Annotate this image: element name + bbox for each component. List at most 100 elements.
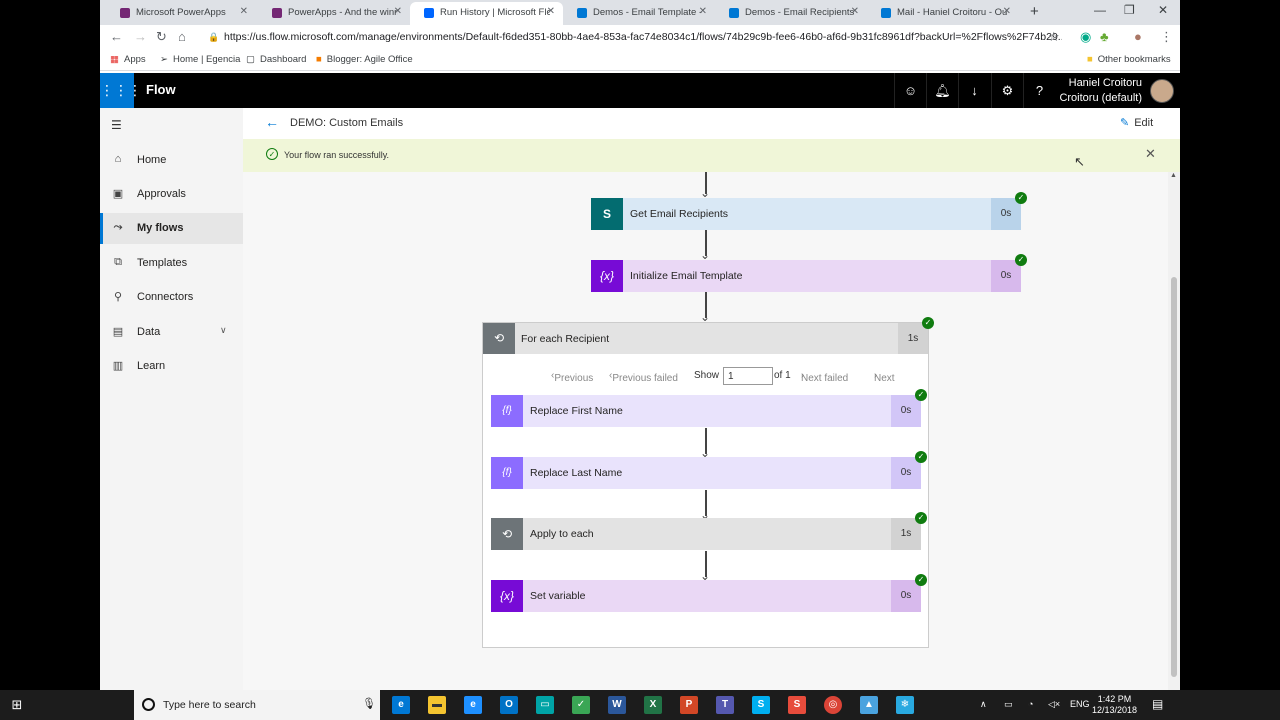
user-menu[interactable]: Haniel Croitoru Croitoru (default) [1059,76,1142,106]
nav-item-data[interactable]: ▤ Data ∨ [100,317,243,348]
apps-grid-icon: ▦ [110,54,119,65]
reload-icon[interactable]: ↻ [156,29,167,45]
browser-tab[interactable]: PowerApps - And the winne ✕ [258,2,410,25]
bookmark-apps[interactable]: ▦ Apps [110,54,146,65]
close-tab-icon[interactable]: ✕ [851,6,859,17]
edit-button[interactable]: ✎ Edit [1120,116,1153,129]
next-link[interactable]: Next › [874,370,895,384]
loop-icon: ⟲ [491,518,523,550]
minimize-icon[interactable]: — [1094,3,1106,17]
foreach-header[interactable]: ⟲ For each Recipient 1s ✓ [483,317,934,354]
connector-arrow: ⌄ [700,551,712,582]
expression-icon: {f} [491,457,523,489]
nav-item-approvals[interactable]: ▣ Approvals [100,179,243,210]
excel-icon[interactable]: X [644,696,662,714]
close-tab-icon[interactable]: ✕ [394,6,402,17]
profile-icon[interactable]: ● [1134,29,1142,44]
browser-tab-active[interactable]: Run History | Microsoft Flov ✕ [410,2,563,25]
show-hidden-icons-icon[interactable]: ∧ [980,699,987,710]
file-explorer-icon[interactable]: ▬ [428,696,446,714]
home-icon[interactable]: ⌂ [178,29,186,44]
dynamics-icon[interactable]: ▭ [536,696,554,714]
restore-icon[interactable]: ❐ [1124,3,1135,17]
back-arrow-icon[interactable]: ← [265,114,279,130]
taskbar-search-box[interactable]: Type here to search 🎙︎ [134,690,380,720]
close-window-icon[interactable]: ✕ [1158,3,1168,17]
bookmark-dashboard[interactable]: ▢ Dashboard [246,54,306,65]
microphone-icon[interactable]: 🎙︎ [362,697,376,710]
flow-step-card[interactable]: {x} Set variable 0s ✓ [491,574,927,612]
menu-icon[interactable]: ⋮ [1160,29,1173,45]
new-tab-button[interactable]: + [1030,3,1039,20]
browser-tab[interactable]: Mail - Haniel Croitoru - Out ✕ [867,2,1019,25]
wifi-icon[interactable]: ◔ [1028,699,1033,709]
chevron-down-icon[interactable]: ∨ [220,325,227,336]
iteration-number-input[interactable] [723,367,773,385]
forward-icon[interactable]: → [134,29,147,44]
star-icon[interactable]: ☆ [1048,29,1060,45]
nav-item-learn[interactable]: ▥ Learn [100,351,243,382]
browser-tab[interactable]: Microsoft PowerApps ✕ [106,2,256,25]
language-indicator[interactable]: ENG [1070,699,1090,709]
snowflake-app-icon[interactable]: ❄ [896,696,914,714]
teams-icon[interactable]: T [716,696,734,714]
flow-step-card[interactable]: {f} Replace First Name 0s ✓ [491,389,927,427]
close-tab-icon[interactable]: ✕ [699,6,707,17]
avatar[interactable] [1150,79,1174,103]
bookmark-other[interactable]: ■ Other bookmarks [1087,54,1171,65]
scroll-up-icon[interactable]: ▲ [1170,172,1177,179]
environment-name: Croitoru (default) [1059,92,1142,104]
app-launcher-icon[interactable]: ⋮⋮⋮ [100,73,142,108]
browser-tab[interactable]: Demos - Email Template - A ✕ [563,2,715,25]
notifications-icon[interactable]: ▤ [1152,697,1163,711]
battery-icon[interactable]: ▭ [1004,699,1013,710]
previous-link[interactable]: ‹ Previous [551,370,593,384]
hamburger-icon[interactable]: ☰ [111,118,122,132]
volume-muted-icon[interactable]: ◁× [1048,699,1060,710]
taskbar-clock[interactable]: 1:42 PM 12/13/2018 [1092,694,1137,716]
close-banner-icon[interactable]: ✕ [1145,146,1156,162]
mouse-cursor-icon: ↖ [1074,154,1085,169]
internet-explorer-icon[interactable]: e [464,696,482,714]
bookmark-blogger[interactable]: ■ Blogger: Agile Office [316,54,413,65]
flow-step-card[interactable]: {x} Initialize Email Template 0s ✓ [591,254,1027,292]
foreach-label: For each Recipient [521,333,610,345]
outlook-icon[interactable]: O [500,696,518,714]
app-icon[interactable]: ✓ [572,696,590,714]
close-tab-icon[interactable]: ✕ [1003,6,1011,17]
download-icon[interactable]: ↓ [958,73,990,108]
browser-tab[interactable]: Demos - Email Recipients ✕ [715,2,867,25]
scroll-thumb[interactable] [1171,277,1177,677]
extension-icon[interactable]: ♣ [1100,29,1109,44]
close-tab-icon[interactable]: ✕ [547,6,555,17]
nav-item-connectors[interactable]: ⚲ Connectors [100,282,243,313]
next-failed-link[interactable]: Next failed › [801,370,848,384]
app-name[interactable]: Flow [146,82,176,97]
flow-step-card[interactable]: {f} Replace Last Name 0s ✓ [491,451,927,489]
bell-icon[interactable]: 🔔︎ [926,73,958,108]
chrome-icon[interactable]: ◎ [824,696,842,714]
powerapps-favicon-icon [272,8,282,18]
word-icon[interactable]: W [608,696,626,714]
bookmark-home-egencia[interactable]: ➢ Home | Egencia [160,54,240,65]
url-field[interactable]: 🔒 https://us.flow.microsoft.com/manage/e… [202,29,1062,47]
edge-icon[interactable]: e [392,696,410,714]
close-tab-icon[interactable]: ✕ [240,6,248,17]
flow-step-card[interactable]: ⟲ Apply to each 1s ✓ [491,512,927,550]
back-icon[interactable]: ← [110,29,123,44]
snagit-icon[interactable]: S [788,696,806,714]
windows-start-icon[interactable]: ⊞ [0,690,34,720]
nav-item-home[interactable]: ⌂ Home [100,145,243,176]
app-icon[interactable]: ▲ [860,696,878,714]
nav-item-my-flows[interactable]: ⤳ My flows [100,213,243,244]
smiley-feedback-icon[interactable]: ☺ [894,73,926,108]
help-icon[interactable]: ? [1023,73,1055,108]
previous-failed-link[interactable]: ‹ Previous failed [609,370,678,384]
gear-icon[interactable]: ⚙ [991,73,1023,108]
nav-item-templates[interactable]: ⧉ Templates [100,248,243,279]
skype-icon[interactable]: S [752,696,770,714]
extension-icon[interactable]: ◉ [1080,29,1091,45]
vertical-scrollbar[interactable]: ▲ [1168,172,1180,690]
flow-step-card[interactable]: S Get Email Recipients 0s ✓ [591,192,1027,230]
powerpoint-icon[interactable]: P [680,696,698,714]
